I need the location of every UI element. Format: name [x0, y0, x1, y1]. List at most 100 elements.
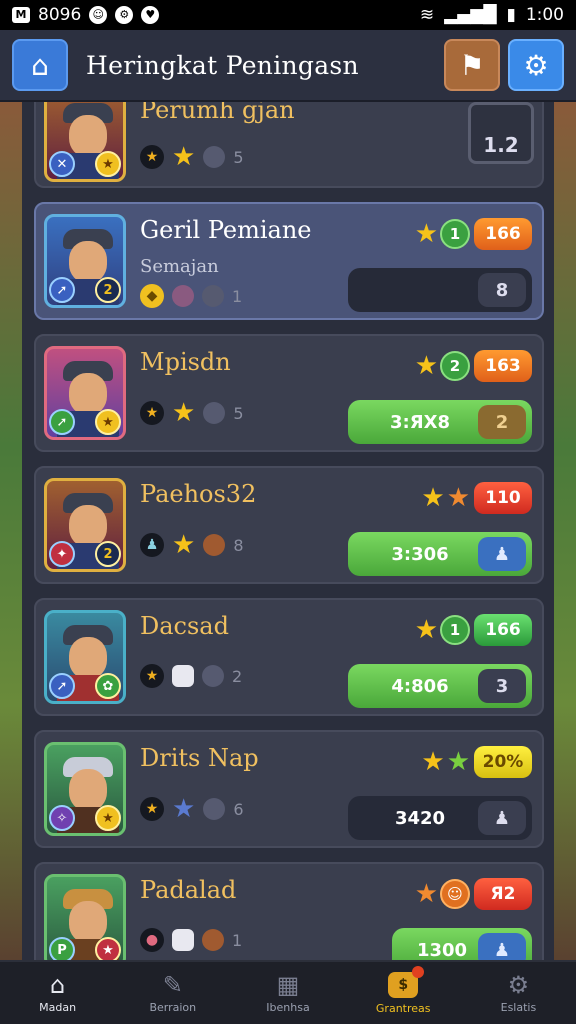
avatar: ➚ 2	[44, 214, 126, 308]
list-item[interactable]: P ★ Padalad ● 1 ★ ☺ Я2 1300 ♟	[34, 862, 544, 960]
settings-button[interactable]: ⚙	[508, 39, 564, 91]
nav-settings[interactable]: ⚙ Eslatis	[461, 962, 576, 1024]
player-name: Geril Pemiane	[140, 216, 312, 244]
home-icon: ⌂	[31, 48, 49, 82]
flag-button[interactable]: ⚑	[444, 39, 500, 91]
bar-end-value: 3	[478, 669, 526, 703]
star-icon: ★	[172, 398, 196, 428]
bar-value: 3:306	[391, 543, 449, 565]
list-item[interactable]: ✧ ★ Drits Nap ★ ★ 6 ★ ★ 20% 3420 ♟	[34, 730, 544, 848]
class-badge-icon: P	[49, 937, 75, 960]
avatar: ➚ ★	[44, 346, 126, 440]
star-icon: ★	[172, 794, 196, 824]
star-badge-icon: ★	[95, 151, 121, 177]
home-button[interactable]: ⌂	[12, 39, 68, 91]
bar-end-value: 2	[478, 405, 526, 439]
rank-icon: ★	[140, 664, 164, 688]
progress-bar[interactable]: 3:ЯX8 2	[348, 400, 532, 444]
level-badge: 2	[95, 541, 121, 567]
class-badge-icon: ✧	[49, 805, 75, 831]
gear-icon: ⚙	[507, 970, 530, 999]
score-group: ★ ★ 20%	[421, 746, 532, 778]
class-badge-icon: ✦	[49, 541, 75, 567]
star-icon: ★	[414, 615, 438, 645]
star-badge-icon: ★	[95, 409, 121, 435]
bar-end-value: 8	[478, 273, 526, 307]
stats-row: ★ ★ 5	[140, 144, 244, 170]
nav-label: Berraion	[149, 1000, 197, 1014]
stats-row: ● 1	[140, 928, 242, 952]
battery-icon: ▮	[506, 5, 516, 25]
chat-icon: ✎	[162, 970, 183, 999]
face-icon: ☺	[440, 879, 470, 909]
gem-icon	[172, 665, 194, 687]
score-badge: 20%	[474, 746, 532, 778]
stats-row: ♟ ★ 8	[140, 532, 244, 558]
progress-bar[interactable]: 8	[348, 268, 532, 312]
gem-icon	[172, 929, 194, 951]
nav-home[interactable]: ⌂ Madan	[0, 962, 115, 1024]
stat-count: 2	[232, 666, 243, 686]
list-item-partial[interactable]: ✕ ★ Perumh gjan ★ ★ 5 1.2	[34, 102, 544, 188]
progress-bar[interactable]: 3:306 ♟	[348, 532, 532, 576]
nav-chat[interactable]: ✎ Berraion	[115, 962, 230, 1024]
rank-icon: ★	[140, 145, 164, 169]
progress-bar[interactable]: 3420 ♟	[348, 796, 532, 840]
nav-label: Eslatis	[500, 1000, 537, 1014]
score-group: ★ 1 166	[415, 614, 532, 646]
level-badge: 2	[95, 277, 121, 303]
class-badge-icon: ➚	[49, 409, 75, 435]
nav-building[interactable]: ▦ Ibenhsa	[230, 962, 345, 1024]
list-item[interactable]: ➚ 2 Geril Pemiane Semajan ◆ 1 ★ 1 166 8	[34, 202, 544, 320]
shield-icon	[202, 929, 224, 951]
nav-treasure[interactable]: $ Grantreas	[346, 962, 461, 1024]
progress-bar[interactable]: 1300 ♟	[392, 928, 532, 960]
bar-value: 3420	[394, 807, 446, 829]
score-badge: 163	[474, 350, 532, 382]
star-icon: ★	[172, 142, 196, 172]
star-icon: ★	[172, 530, 196, 560]
nav-label: Grantreas	[375, 1001, 431, 1015]
score-badge: 110	[474, 482, 532, 514]
status-left-text: 8096	[38, 5, 82, 25]
class-badge-icon: ➚	[49, 277, 75, 303]
level-badge: 2	[440, 351, 470, 381]
shield-icon	[202, 285, 224, 307]
shield-icon	[203, 402, 226, 424]
wifi-icon: ≋	[419, 5, 435, 25]
score-group: ★ 1 166	[415, 218, 532, 250]
avatar: P ★	[44, 874, 126, 960]
app-icon: ☺	[89, 6, 108, 24]
gem-icon	[203, 146, 226, 168]
gem-icon	[172, 285, 194, 307]
bar-value: 1300	[416, 939, 468, 961]
player-list[interactable]: ✕ ★ Perumh gjan ★ ★ 5 1.2 ➚ 2 Geril Pemi…	[22, 102, 554, 960]
player-subtitle: Semajan	[140, 256, 219, 277]
avatar: ✦ 2	[44, 478, 126, 572]
list-item[interactable]: ➚ ★ Mpisdn ★ ★ 5 ★ 2 163 3:ЯX8 2	[34, 334, 544, 452]
crest-badge-icon: ✿	[95, 673, 121, 699]
avatar: ✕ ★	[44, 102, 126, 182]
class-badge-icon: ➚	[49, 673, 75, 699]
score-group: ★ ☺ Я2	[415, 878, 532, 910]
user-icon: ♟	[478, 933, 526, 960]
score-group: ★ ★ 110	[421, 482, 532, 514]
clock: 1:00	[525, 5, 564, 25]
user-icon: ♟	[478, 801, 526, 835]
page-title: Heringkat Peningasn	[86, 50, 359, 80]
stat-count: 6	[233, 799, 244, 819]
status-bar: M 8096 ☺ ⚙ ♥ ≋ ▂▄▆█ ▮ 1:00	[0, 0, 576, 30]
list-item[interactable]: ✦ 2 Paehos32 ♟ ★ 8 ★ ★ 110 3:306 ♟	[34, 466, 544, 584]
player-name: Dacsad	[140, 612, 229, 640]
bottom-nav: ⌂ Madan ✎ Berraion ▦ Ibenhsa $ Grantreas…	[0, 960, 576, 1024]
stats-row: ★ 2	[140, 664, 242, 688]
progress-bar[interactable]: 4:806 3	[348, 664, 532, 708]
score-badge: 166	[474, 218, 532, 250]
star-icon: ★	[414, 351, 438, 381]
chest-reward[interactable]: 1.2	[468, 102, 534, 164]
stats-row: ◆ 1	[140, 284, 242, 308]
score-group: ★ 2 163	[415, 350, 532, 382]
list-item[interactable]: ➚ ✿ Dacsad ★ 2 ★ 1 166 4:806 3	[34, 598, 544, 716]
star-icon: ★	[421, 483, 445, 513]
bar-value: 3:ЯX8	[390, 411, 450, 433]
